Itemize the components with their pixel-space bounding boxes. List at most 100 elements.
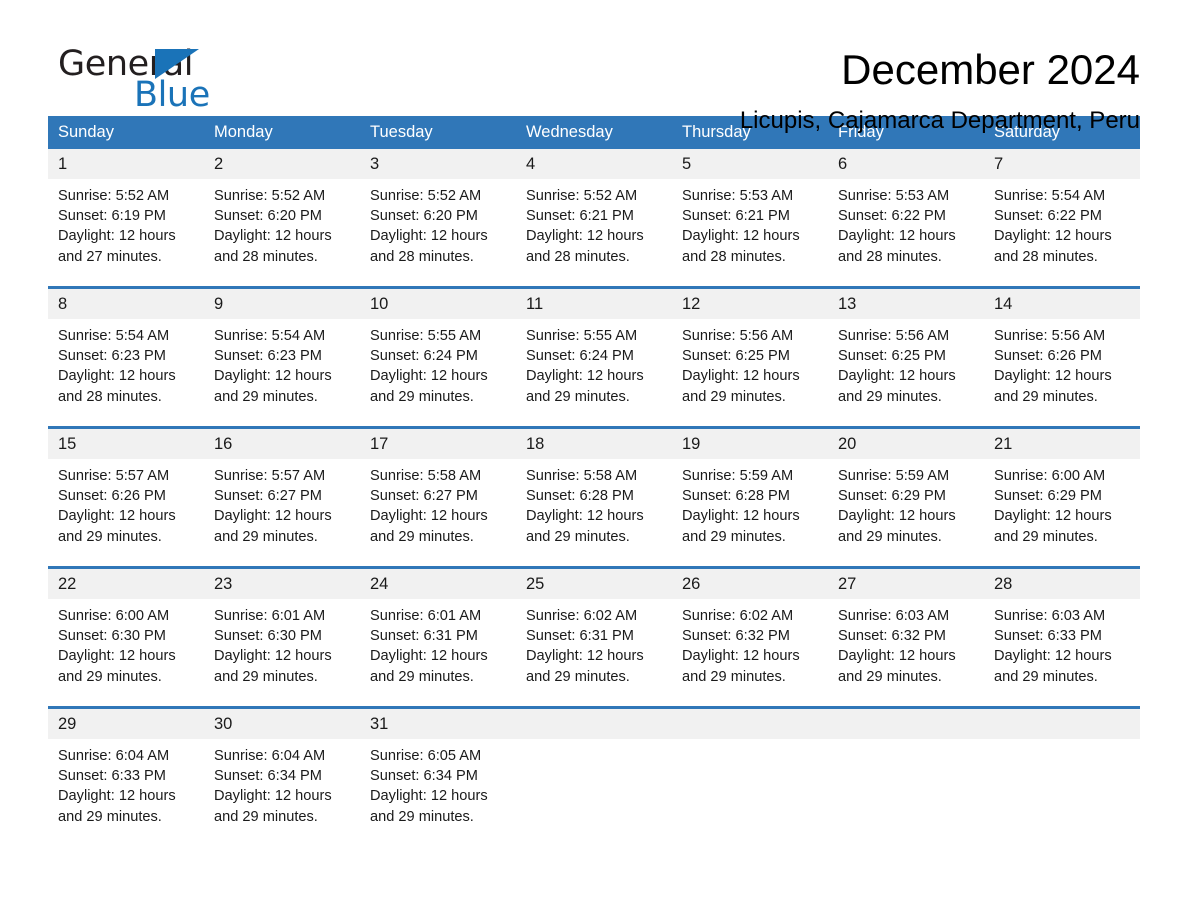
day-cell[interactable]: 9 Sunrise: 5:54 AM Sunset: 6:23 PM Dayli…	[204, 286, 360, 428]
day-info: Sunrise: 5:52 AM Sunset: 6:20 PM Dayligh…	[360, 179, 516, 286]
day-cell[interactable]: 5 Sunrise: 5:53 AM Sunset: 6:21 PM Dayli…	[672, 149, 828, 288]
day-cell[interactable]: 8 Sunrise: 5:54 AM Sunset: 6:23 PM Dayli…	[48, 286, 204, 428]
sunrise-text: Sunrise: 5:59 AM	[838, 468, 950, 484]
daylight-text-line2: and 29 minutes.	[214, 668, 318, 685]
sunset-text: Sunset: 6:27 PM	[370, 488, 478, 505]
day-cell[interactable]: 28 Sunrise: 6:03 AM Sunset: 6:33 PM Dayl…	[984, 566, 1140, 708]
daylight-text-line2: and 29 minutes.	[994, 528, 1098, 545]
sunrise-text: Sunrise: 5:55 AM	[370, 328, 482, 344]
day-cell[interactable]: 6 Sunrise: 5:53 AM Sunset: 6:22 PM Dayli…	[828, 149, 984, 288]
daylight-text-line2: and 29 minutes.	[838, 528, 942, 545]
sunset-text: Sunset: 6:27 PM	[214, 488, 322, 505]
day-cell[interactable]: 19 Sunrise: 5:59 AM Sunset: 6:28 PM Dayl…	[672, 426, 828, 568]
day-info: Sunrise: 5:57 AM Sunset: 6:27 PM Dayligh…	[204, 459, 360, 566]
day-cell[interactable]: 30 Sunrise: 6:04 AM Sunset: 6:34 PM Dayl…	[204, 706, 360, 846]
day-cell[interactable]: 15 Sunrise: 5:57 AM Sunset: 6:26 PM Dayl…	[48, 426, 204, 568]
sunrise-text: Sunrise: 5:52 AM	[214, 188, 326, 204]
daylight-text-line1: Daylight: 12 hours	[838, 368, 956, 385]
day-number: 10	[360, 289, 516, 319]
daylight-text-line2: and 29 minutes.	[682, 668, 786, 685]
day-cell[interactable]: 29 Sunrise: 6:04 AM Sunset: 6:33 PM Dayl…	[48, 706, 204, 846]
day-number: 9	[204, 289, 360, 319]
day-cell[interactable]: 2 Sunrise: 5:52 AM Sunset: 6:20 PM Dayli…	[204, 149, 360, 288]
day-cell[interactable]: 25 Sunrise: 6:02 AM Sunset: 6:31 PM Dayl…	[516, 566, 672, 708]
sunrise-text: Sunrise: 5:55 AM	[526, 328, 638, 344]
daylight-text-line2: and 29 minutes.	[370, 528, 474, 545]
sunset-text: Sunset: 6:26 PM	[994, 348, 1102, 365]
daylight-text-line2: and 29 minutes.	[526, 668, 630, 685]
daylight-text-line2: and 29 minutes.	[994, 668, 1098, 685]
daylight-text-line2: and 29 minutes.	[682, 528, 786, 545]
day-number: 19	[672, 429, 828, 459]
day-cell[interactable]: 17 Sunrise: 5:58 AM Sunset: 6:27 PM Dayl…	[360, 426, 516, 568]
sunset-text: Sunset: 6:20 PM	[214, 208, 322, 225]
sunrise-text: Sunrise: 5:53 AM	[682, 188, 794, 204]
calendar-week-row: 8 Sunrise: 5:54 AM Sunset: 6:23 PM Dayli…	[48, 286, 1140, 428]
sunset-text: Sunset: 6:33 PM	[994, 628, 1102, 645]
daylight-text-line2: and 29 minutes.	[526, 388, 630, 405]
sunset-text: Sunset: 6:23 PM	[214, 348, 322, 365]
page-subtitle: Licupis, Cajamarca Department, Peru	[739, 107, 1140, 134]
daylight-text-line1: Daylight: 12 hours	[994, 508, 1112, 525]
day-cell[interactable]: 7 Sunrise: 5:54 AM Sunset: 6:22 PM Dayli…	[984, 149, 1140, 288]
day-cell[interactable]: 4 Sunrise: 5:52 AM Sunset: 6:21 PM Dayli…	[516, 149, 672, 288]
daylight-text-line1: Daylight: 12 hours	[526, 228, 644, 245]
day-info: Sunrise: 5:57 AM Sunset: 6:26 PM Dayligh…	[48, 459, 204, 566]
daylight-text-line2: and 29 minutes.	[370, 388, 474, 405]
sunset-text: Sunset: 6:24 PM	[370, 348, 478, 365]
day-number: 6	[828, 149, 984, 179]
day-number: 20	[828, 429, 984, 459]
day-number: 3	[360, 149, 516, 179]
day-info: Sunrise: 6:02 AM Sunset: 6:32 PM Dayligh…	[672, 599, 828, 706]
calendar-week-row: 15 Sunrise: 5:57 AM Sunset: 6:26 PM Dayl…	[48, 426, 1140, 568]
day-info: Sunrise: 5:55 AM Sunset: 6:24 PM Dayligh…	[516, 319, 672, 426]
daylight-text-line1: Daylight: 12 hours	[526, 648, 644, 665]
daylight-text-line1: Daylight: 12 hours	[994, 228, 1112, 245]
title-block: December 2024 Licupis, Cajamarca Departm…	[740, 0, 1140, 136]
day-cell[interactable]: 11 Sunrise: 5:55 AM Sunset: 6:24 PM Dayl…	[516, 286, 672, 428]
generalblue-logo[interactable]: General Blue	[58, 44, 258, 115]
day-cell[interactable]: 16 Sunrise: 5:57 AM Sunset: 6:27 PM Dayl…	[204, 426, 360, 568]
daylight-text-line1: Daylight: 12 hours	[58, 368, 176, 385]
day-cell[interactable]: 27 Sunrise: 6:03 AM Sunset: 6:32 PM Dayl…	[828, 566, 984, 708]
day-cell[interactable]: 18 Sunrise: 5:58 AM Sunset: 6:28 PM Dayl…	[516, 426, 672, 568]
daylight-text-line2: and 29 minutes.	[58, 668, 162, 685]
day-info	[984, 739, 1140, 846]
weekday-header-monday: Monday	[204, 116, 360, 149]
day-number: 31	[360, 709, 516, 739]
day-info: Sunrise: 5:53 AM Sunset: 6:21 PM Dayligh…	[672, 179, 828, 286]
day-info: Sunrise: 5:56 AM Sunset: 6:26 PM Dayligh…	[984, 319, 1140, 426]
day-cell-empty	[516, 706, 672, 846]
daylight-text-line1: Daylight: 12 hours	[526, 508, 644, 525]
day-cell[interactable]: 22 Sunrise: 6:00 AM Sunset: 6:30 PM Dayl…	[48, 566, 204, 708]
day-cell[interactable]: 21 Sunrise: 6:00 AM Sunset: 6:29 PM Dayl…	[984, 426, 1140, 568]
day-cell[interactable]: 1 Sunrise: 5:52 AM Sunset: 6:19 PM Dayli…	[48, 149, 204, 288]
day-cell[interactable]: 23 Sunrise: 6:01 AM Sunset: 6:30 PM Dayl…	[204, 566, 360, 708]
day-cell[interactable]: 12 Sunrise: 5:56 AM Sunset: 6:25 PM Dayl…	[672, 286, 828, 428]
sunrise-text: Sunrise: 5:54 AM	[214, 328, 326, 344]
sunset-text: Sunset: 6:34 PM	[214, 768, 322, 785]
sunset-text: Sunset: 6:28 PM	[682, 488, 790, 505]
day-info: Sunrise: 5:56 AM Sunset: 6:25 PM Dayligh…	[828, 319, 984, 426]
calendar-body: 1 Sunrise: 5:52 AM Sunset: 6:19 PM Dayli…	[48, 149, 1140, 846]
day-cell[interactable]: 3 Sunrise: 5:52 AM Sunset: 6:20 PM Dayli…	[360, 149, 516, 288]
daylight-text-line2: and 29 minutes.	[214, 388, 318, 405]
day-cell[interactable]: 10 Sunrise: 5:55 AM Sunset: 6:24 PM Dayl…	[360, 286, 516, 428]
day-cell[interactable]: 26 Sunrise: 6:02 AM Sunset: 6:32 PM Dayl…	[672, 566, 828, 708]
weekday-header-wednesday: Wednesday	[516, 116, 672, 149]
sunset-text: Sunset: 6:22 PM	[838, 208, 946, 225]
sunrise-text: Sunrise: 5:52 AM	[526, 188, 638, 204]
day-cell[interactable]: 20 Sunrise: 5:59 AM Sunset: 6:29 PM Dayl…	[828, 426, 984, 568]
day-info: Sunrise: 5:54 AM Sunset: 6:23 PM Dayligh…	[204, 319, 360, 426]
day-cell[interactable]: 14 Sunrise: 5:56 AM Sunset: 6:26 PM Dayl…	[984, 286, 1140, 428]
day-cell[interactable]: 31 Sunrise: 6:05 AM Sunset: 6:34 PM Dayl…	[360, 706, 516, 846]
day-info: Sunrise: 5:54 AM Sunset: 6:22 PM Dayligh…	[984, 179, 1140, 286]
day-cell[interactable]: 13 Sunrise: 5:56 AM Sunset: 6:25 PM Dayl…	[828, 286, 984, 428]
sunset-text: Sunset: 6:25 PM	[838, 348, 946, 365]
sunset-text: Sunset: 6:23 PM	[58, 348, 166, 365]
day-info: Sunrise: 5:54 AM Sunset: 6:23 PM Dayligh…	[48, 319, 204, 426]
page-header: General Blue December 2024 Licupis, Caja…	[48, 0, 1140, 134]
brand-name-blue: Blue	[134, 75, 210, 115]
day-cell-empty	[672, 706, 828, 846]
day-cell[interactable]: 24 Sunrise: 6:01 AM Sunset: 6:31 PM Dayl…	[360, 566, 516, 708]
